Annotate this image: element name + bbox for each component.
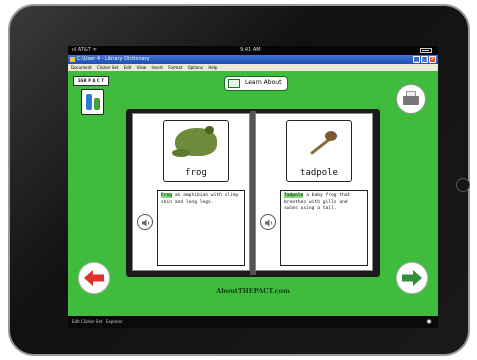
status-time: 9:41 AM [240,47,261,53]
word-card-frog[interactable]: frog [163,120,229,182]
menu-clicker-set[interactable]: Clicker Set [97,65,118,70]
open-book: frog Frog an amphibian with slimy skin a… [126,109,380,277]
frog-image [205,126,214,134]
menu-help[interactable]: Help [208,65,217,70]
arrow-right-icon [402,270,422,286]
word-label: frog [185,168,207,178]
definition-text-left: Frog an amphibian with slimy skin and lo… [157,190,245,266]
definition-text-right: Tadpole a baby frog that breathes with g… [280,190,368,266]
print-button[interactable] [396,84,426,114]
clicker-content: SSR P A C T Learn About frog Frog an amp… [68,71,438,316]
word-card-tadpole[interactable]: tadpole [286,120,352,182]
home-button[interactable] [456,178,470,192]
menu-bar: Document Clicker Set Edit View Insert Fo… [68,64,438,71]
highlighted-word: Frog [161,193,173,198]
menu-insert[interactable]: Insert [151,65,162,70]
screen: ııl AT&T ᯤ 9:41 AM C:\User 4 - Library D… [68,46,438,328]
highlighted-word: Tadpole [284,193,304,198]
watermark: AboutTHEPACT.com [216,287,290,295]
speak-button-left[interactable] [137,214,153,230]
edit-clicker-set-button[interactable]: Edit Clicker Set [72,316,102,328]
menu-document[interactable]: Document [71,65,92,70]
arrow-left-icon [84,270,104,286]
learn-about-icon [228,79,240,88]
learn-about-label: Learn About [245,79,282,86]
battery-icon [420,48,432,53]
minimize-button[interactable]: _ [413,56,420,63]
menu-view[interactable]: View [137,65,147,70]
speaker-icon [265,219,273,227]
app-icon [70,57,75,62]
person-icon [86,94,92,110]
frog-image [172,149,190,157]
learn-about-button[interactable]: Learn About [224,76,288,91]
explorer-button[interactable]: Explorer [106,316,123,328]
book-page-left: frog Frog an amphibian with slimy skin a… [132,113,250,271]
menu-edit[interactable]: Edit [124,65,132,70]
printer-icon [403,96,419,105]
book-page-right: tadpole Tadpole a baby frog that breathe… [255,113,373,271]
pact-logo: SSR P A C T [73,76,109,86]
close-button[interactable]: × [429,56,436,63]
word-label: tadpole [300,168,338,178]
gear-icon[interactable]: ✹ [426,316,432,328]
home-card-button[interactable] [81,89,104,115]
next-button[interactable] [396,262,428,294]
status-bar: ııl AT&T ᯤ 9:41 AM [68,46,438,55]
definition-sentence: an amphibian with slimy skin and long le… [161,193,239,205]
speak-button-right[interactable] [260,214,276,230]
maximize-button[interactable]: □ [421,56,428,63]
window-title: C:\User 4 - Library Dictionary [77,56,150,62]
carrier-signal: ııl AT&T ᯤ [72,47,97,53]
tablet-frame: ııl AT&T ᯤ 9:41 AM C:\User 4 - Library D… [8,4,470,356]
tadpole-image [325,131,337,141]
window-titlebar: C:\User 4 - Library Dictionary _ □ × [68,55,438,64]
menu-format[interactable]: Format [168,65,182,70]
taskbar: Edit Clicker Set Explorer ✹ [68,316,438,328]
person-icon [94,98,100,110]
speaker-icon [142,219,150,227]
menu-options[interactable]: Options [188,65,203,70]
